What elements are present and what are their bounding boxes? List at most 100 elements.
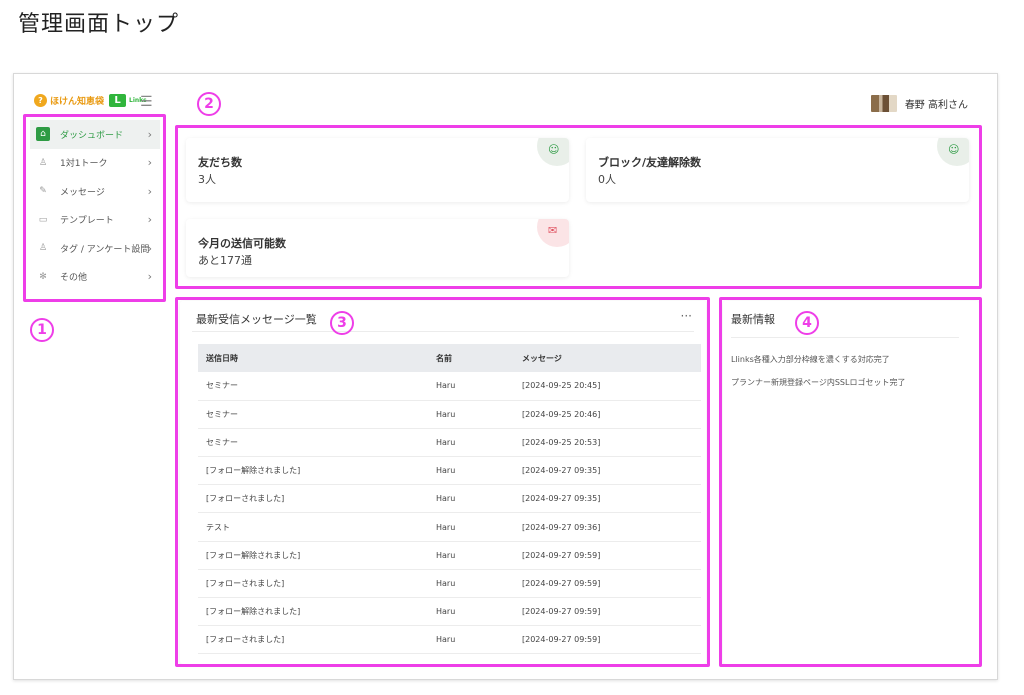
- cell-datetime: [フォロー解除されました]: [198, 456, 428, 486]
- cell-name: Haru: [428, 597, 514, 627]
- latest-news-panel: 最新情報 Llinks各種入力部分枠線を濃くする対応完了 プランナー新規登録ペー…: [723, 301, 979, 664]
- table-row[interactable]: [フォローされました] Haru [2024-09-27 09:59]: [198, 569, 701, 599]
- cell-name: Haru: [428, 569, 514, 599]
- app-logo[interactable]: ? ほけん知恵袋 L Links: [34, 94, 147, 107]
- avatar: [870, 95, 897, 112]
- panel-title: 最新情報: [731, 313, 775, 326]
- cell-name: Haru: [428, 400, 514, 429]
- sidebar-item-tag-survey[interactable]: ♙ タグ / アンケート設問 ›: [30, 234, 160, 263]
- chevron-right-icon: ›: [147, 241, 152, 255]
- sidebar-item-label: タグ / アンケート設問: [60, 244, 150, 255]
- chevron-right-icon: ›: [147, 156, 152, 170]
- card-value: 0人: [598, 173, 616, 186]
- card-title: 今月の送信可能数: [198, 237, 286, 250]
- cell-name: Haru: [428, 372, 514, 401]
- sidebar-item-label: メッセージ: [60, 187, 105, 198]
- table-row[interactable]: [フォロー解除されました] Haru [2024-09-27 09:59]: [198, 541, 701, 570]
- table-row[interactable]: セミナー Haru [2024-09-25 20:46]: [198, 400, 701, 429]
- sidebar-item-label: 1対1トーク: [60, 159, 108, 170]
- cell-name: Haru: [428, 512, 514, 542]
- sidebar-nav: ⌂ ダッシュボード › ♙ 1対1トーク › ✎ メッセージ › ▭ テンプレー…: [30, 120, 160, 291]
- send-quota-card: 今月の送信可能数 あと177通 ✉: [186, 219, 569, 277]
- cell-datetime: テスト: [198, 512, 428, 542]
- annotation-marker-1: 1: [30, 318, 54, 342]
- logo-text: ほけん知恵袋: [50, 97, 105, 107]
- table-row[interactable]: [フォローされました] Haru [2024-09-27 09:59]: [198, 625, 701, 655]
- cell-name: Haru: [428, 456, 514, 486]
- user-name: 春野 高利さん: [904, 100, 968, 111]
- document-title: 管理画面トップ: [18, 12, 180, 37]
- cell-datetime: [フォロー解除されました]: [198, 597, 428, 627]
- news-item[interactable]: プランナー新規登録ページ内SSLロゴセット完了: [731, 377, 905, 388]
- annotation-marker-3: 3: [330, 311, 354, 335]
- cell-message: [2024-09-27 09:36]: [514, 512, 701, 542]
- annotation-marker-2: 2: [197, 92, 221, 116]
- cell-datetime: [フォローされました]: [198, 625, 428, 655]
- card-value: 3人: [198, 173, 216, 186]
- cell-message: [2024-09-25 20:45]: [514, 372, 701, 401]
- table-row[interactable]: [フォロー解除されました] Haru [2024-09-27 09:59]: [198, 597, 701, 627]
- table-row[interactable]: セミナー Haru [2024-09-25 20:45]: [198, 372, 701, 401]
- user-icon: ♙: [38, 157, 48, 168]
- cell-message: [2024-09-25 20:53]: [514, 428, 701, 458]
- card-title: 友だち数: [198, 156, 242, 169]
- table-header-row: 送信日時 名前 メッセージ: [198, 344, 701, 372]
- friends-count-card: 友だち数 3人 ☺: [186, 138, 569, 202]
- sidebar-item-label: その他: [60, 273, 88, 284]
- cell-datetime: [フォローされました]: [198, 569, 428, 599]
- cell-datetime: セミナー: [198, 400, 428, 429]
- edit-icon: ✎: [39, 186, 47, 197]
- cell-name: Haru: [428, 625, 514, 655]
- latest-messages-panel: 最新受信メッセージ一覧 ··· 送信日時 名前 メッセージ セミナー Haru [2…: [180, 301, 706, 664]
- column-header-message: メッセージ: [514, 344, 701, 372]
- cell-name: Haru: [428, 541, 514, 570]
- news-item[interactable]: Llinks各種入力部分枠線を濃くする対応完了: [731, 354, 890, 365]
- calendar-icon: ▭: [38, 214, 48, 225]
- card-value: あと177通: [198, 254, 252, 267]
- column-header-datetime: 送信日時: [198, 344, 428, 372]
- table-row[interactable]: [フォロー解除されました] Haru [2024-09-27 09:35]: [198, 456, 701, 486]
- divider: [731, 337, 959, 338]
- panel-title: 最新受信メッセージ一覧: [196, 313, 317, 326]
- cell-name: Haru: [428, 484, 514, 514]
- cell-message: [2024-09-27 09:59]: [514, 625, 701, 655]
- question-badge-icon: ?: [34, 94, 47, 107]
- column-header-name: 名前: [428, 344, 514, 372]
- blocked-count-card: ブロック/友達解除数 0人 ☺: [586, 138, 969, 202]
- hamburger-menu-icon[interactable]: ☰: [140, 94, 153, 110]
- more-options-icon[interactable]: ···: [681, 309, 692, 323]
- sidebar-item-dashboard[interactable]: ⌂ ダッシュボード ›: [30, 120, 160, 149]
- annotation-marker-4: 4: [795, 311, 819, 335]
- home-icon: ⌂: [36, 127, 50, 142]
- cell-message: [2024-09-27 09:59]: [514, 569, 701, 599]
- cell-message: [2024-09-25 20:46]: [514, 400, 701, 429]
- table-row[interactable]: セミナー Haru [2024-09-25 20:53]: [198, 428, 701, 458]
- chevron-right-icon: ›: [147, 270, 152, 284]
- cell-datetime: [フォロー解除されました]: [198, 541, 428, 570]
- chevron-right-icon: ›: [147, 184, 152, 198]
- cell-message: [2024-09-27 09:35]: [514, 456, 701, 486]
- cell-message: [2024-09-27 09:35]: [514, 484, 701, 514]
- sidebar-item-label: テンプレート: [60, 216, 114, 227]
- gear-icon: ✻: [39, 271, 47, 282]
- cell-name: Haru: [428, 428, 514, 458]
- table-row[interactable]: [フォローされました] Haru [2024-09-27 09:35]: [198, 484, 701, 514]
- mail-icon: ✉: [537, 219, 569, 247]
- divider: [192, 331, 694, 332]
- sidebar-item-other[interactable]: ✻ その他 ›: [30, 263, 160, 292]
- cell-datetime: セミナー: [198, 372, 428, 401]
- user-circle-icon: ☺: [537, 138, 569, 166]
- sidebar-item-talk[interactable]: ♙ 1対1トーク ›: [30, 149, 160, 178]
- chevron-right-icon: ›: [147, 127, 152, 141]
- sidebar-item-message[interactable]: ✎ メッセージ ›: [30, 177, 160, 206]
- sidebar-item-template[interactable]: ▭ テンプレート ›: [30, 206, 160, 235]
- chevron-right-icon: ›: [147, 213, 152, 227]
- sidebar-item-label: ダッシュボード: [60, 130, 124, 141]
- cell-message: [2024-09-27 09:59]: [514, 597, 701, 627]
- cell-datetime: セミナー: [198, 428, 428, 458]
- user-menu[interactable]: 春野 高利さん: [870, 95, 968, 112]
- links-logo-icon: L: [109, 94, 127, 107]
- table-row[interactable]: テスト Haru [2024-09-27 09:36]: [198, 512, 701, 542]
- cell-datetime: [フォローされました]: [198, 484, 428, 514]
- messages-table: 送信日時 名前 メッセージ セミナー Haru [2024-09-25 20:45]…: [198, 344, 701, 655]
